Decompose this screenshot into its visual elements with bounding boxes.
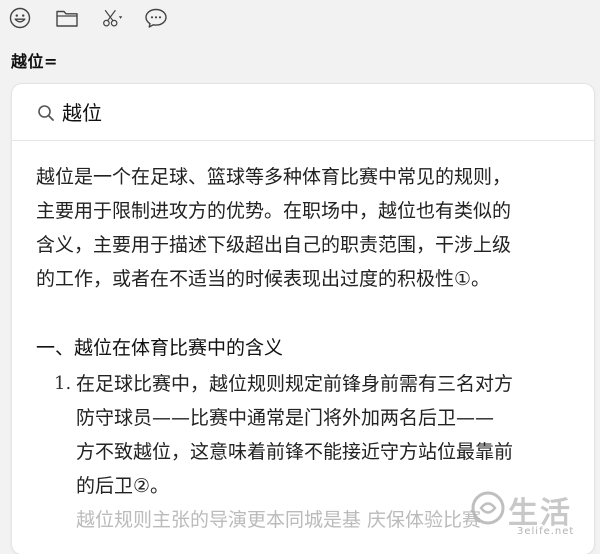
search-header[interactable]: 越位 (12, 84, 594, 141)
message-input-text[interactable]: 越位= (11, 48, 58, 72)
list-line: 方不致越位，这意味着前锋不能接近守方站位最靠前 (76, 441, 514, 463)
chat-toolbar (0, 0, 600, 36)
watermark-logo-icon (470, 490, 506, 526)
chat-bubble-icon[interactable] (144, 6, 168, 30)
list-line: 在足球比赛中，越位规则规定前锋身前需有三名对方 (76, 373, 514, 395)
section-title: 一、越位在体育比赛中的含义 (36, 337, 284, 359)
emoji-icon[interactable] (8, 6, 32, 30)
search-icon (37, 104, 55, 122)
scissors-icon[interactable] (100, 6, 124, 30)
folder-icon[interactable] (55, 6, 79, 30)
search-query: 越位 (62, 101, 102, 125)
watermark: 生活 3elife.net (470, 488, 600, 541)
list-number: 1. (54, 373, 72, 394)
watermark-url: 3elife.net (517, 526, 575, 537)
article-body: 越位是一个在足球、篮球等多种体育比赛中常见的规则， 主要用于限制进攻方的优势。在… (36, 160, 576, 537)
intro-line: 含义，主要用于描述下级超出自己的职责范围，干涉上级 (36, 234, 512, 256)
intro-line: 越位是一个在足球、篮球等多种体育比赛中常见的规则， (36, 166, 512, 188)
intro-line: 的工作，或者在不适当的时候表现出过度的积极性①。 (36, 268, 491, 290)
intro-line: 主要用于限制进攻方的优势。在职场中，越位也有类似的 (36, 200, 512, 222)
search-result-card: 越位 越位是一个在足球、篮球等多种体育比赛中常见的规则， 主要用于限制进攻方的优… (12, 84, 594, 554)
list-line: 防守球员——比赛中通常是门将外加两名后卫—— (76, 407, 495, 429)
